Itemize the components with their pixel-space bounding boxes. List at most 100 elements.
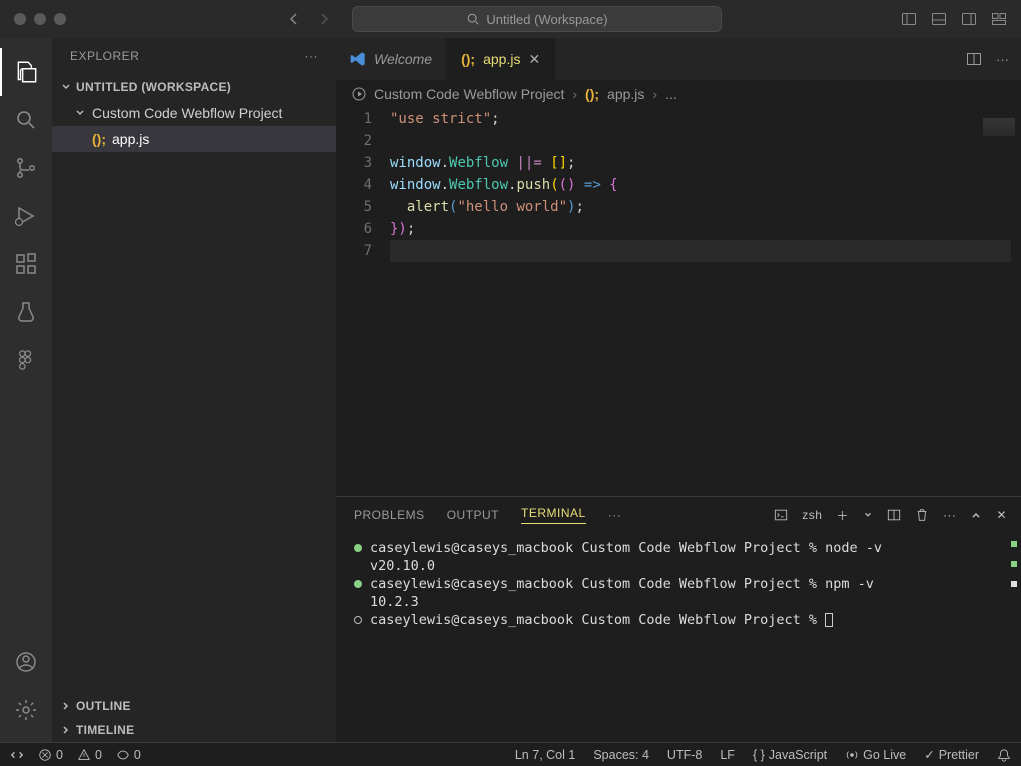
run-icon[interactable] (352, 87, 366, 101)
breadcrumb-file[interactable]: app.js (607, 86, 644, 102)
prompt-bullet-icon (354, 616, 362, 624)
tab-appjs-label: app.js (483, 51, 520, 67)
tab-appjs[interactable]: (); app.js ✕ (447, 38, 555, 80)
status-warnings[interactable]: 0 (77, 748, 102, 762)
chevron-down-icon (60, 81, 72, 93)
status-errors[interactable]: 0 (38, 748, 63, 762)
sidebar-header: EXPLORER ··· (52, 38, 336, 74)
activity-search-icon[interactable] (0, 96, 52, 144)
panel-tab-problems[interactable]: PROBLEMS (354, 508, 425, 522)
traffic-lights (14, 13, 66, 25)
line-gutter: 1 2 3 4 5 6 7 (336, 108, 390, 496)
chevron-right-icon (60, 700, 72, 712)
panel: PROBLEMS OUTPUT TERMINAL ··· zsh ＋ ··· ✕ (336, 496, 1021, 742)
braces-icon: { } (753, 748, 765, 762)
minimap[interactable] (983, 118, 1015, 136)
broadcast-icon (845, 748, 859, 762)
status-encoding[interactable]: UTF-8 (667, 748, 702, 762)
status-spaces[interactable]: Spaces: 4 (593, 748, 649, 762)
js-symbol-icon: (); (585, 86, 599, 102)
activity-accounts-icon[interactable] (0, 638, 52, 686)
toggle-panel-icon[interactable] (931, 11, 947, 27)
tab-welcome-label: Welcome (374, 51, 432, 67)
command-center[interactable]: Untitled (Workspace) (352, 6, 722, 32)
status-prettier[interactable]: ✓ Prettier (924, 747, 979, 762)
panel-tabs: PROBLEMS OUTPUT TERMINAL ··· zsh ＋ ··· ✕ (336, 497, 1021, 533)
terminal-icon (774, 508, 788, 522)
title-bar: Untitled (Workspace) (0, 0, 1021, 38)
remote-icon[interactable] (10, 748, 24, 762)
status-language[interactable]: { } JavaScript (753, 748, 827, 762)
status-bell-icon[interactable] (997, 748, 1011, 762)
tab-welcome[interactable]: Welcome (336, 38, 447, 80)
trash-icon[interactable] (915, 508, 929, 522)
more-actions-icon[interactable]: ··· (996, 52, 1009, 67)
window-maximize-button[interactable] (54, 13, 66, 25)
chevron-right-icon: › (652, 86, 657, 102)
activity-explorer-icon[interactable] (0, 48, 52, 96)
close-panel-icon[interactable]: ✕ (996, 508, 1007, 522)
explorer-sidebar: EXPLORER ··· UNTITLED (WORKSPACE) Custom… (52, 38, 336, 742)
workspace-header[interactable]: UNTITLED (WORKSPACE) (52, 74, 336, 100)
code-content[interactable]: "use strict"; window.Webflow ||= []; win… (390, 108, 1021, 496)
panel-tab-output[interactable]: OUTPUT (447, 508, 499, 522)
vscode-icon (350, 51, 366, 67)
status-ln-col[interactable]: Ln 7, Col 1 (515, 748, 575, 762)
tree-file-appjs[interactable]: (); app.js (52, 126, 336, 152)
window-close-button[interactable] (14, 13, 26, 25)
split-editor-icon[interactable] (966, 51, 982, 67)
status-eol[interactable]: LF (720, 748, 735, 762)
success-bullet-icon (354, 580, 362, 588)
chevron-down-icon (74, 107, 86, 119)
sidebar-more-icon[interactable]: ··· (305, 49, 319, 63)
status-ports[interactable]: 0 (116, 748, 141, 762)
editor-body[interactable]: 1 2 3 4 5 6 7 "use strict"; window.Webfl… (336, 108, 1021, 496)
timeline-label: TIMELINE (76, 723, 134, 737)
customize-layout-icon[interactable] (991, 11, 1007, 27)
layout-icons (901, 11, 1007, 27)
activity-settings-icon[interactable] (0, 686, 52, 734)
close-tab-icon[interactable]: ✕ (528, 51, 540, 68)
success-bullet-icon (354, 544, 362, 552)
activity-extensions-icon[interactable] (0, 240, 52, 288)
chevron-right-icon: › (572, 86, 577, 102)
toggle-secondary-sidebar-icon[interactable] (961, 11, 977, 27)
nav-forward-icon[interactable] (316, 11, 332, 27)
toggle-primary-sidebar-icon[interactable] (901, 11, 917, 27)
timeline-section[interactable]: TIMELINE (52, 718, 336, 742)
nav-back-icon[interactable] (286, 11, 302, 27)
shell-name[interactable]: zsh (802, 508, 822, 522)
activity-figma-icon[interactable] (0, 336, 52, 384)
search-icon (466, 12, 480, 26)
panel-more-icon[interactable]: ··· (608, 508, 622, 522)
panel-tab-terminal[interactable]: TERMINAL (521, 506, 586, 524)
outline-section[interactable]: OUTLINE (52, 694, 336, 718)
chevron-down-icon[interactable] (863, 510, 873, 520)
breadcrumb-more[interactable]: ... (665, 86, 677, 102)
activity-source-control-icon[interactable] (0, 144, 52, 192)
js-symbol-icon: (); (92, 131, 106, 147)
status-bar: 0 0 0 Ln 7, Col 1 Spaces: 4 UTF-8 LF { }… (0, 742, 1021, 766)
breadcrumb[interactable]: Custom Code Webflow Project › (); app.js… (336, 80, 1021, 108)
panel-more-icon[interactable]: ··· (943, 508, 957, 522)
activity-testing-icon[interactable] (0, 288, 52, 336)
breadcrumb-folder[interactable]: Custom Code Webflow Project (374, 86, 564, 102)
activity-debug-icon[interactable] (0, 192, 52, 240)
new-terminal-icon[interactable]: ＋ (836, 507, 849, 524)
outline-label: OUTLINE (76, 699, 131, 713)
split-terminal-icon[interactable] (887, 508, 901, 522)
editor-area: Welcome (); app.js ✕ ··· Custom Code Web… (336, 38, 1021, 742)
maximize-panel-icon[interactable] (970, 509, 982, 521)
check-icon: ✓ (924, 747, 934, 762)
terminal-gutter-marks (1011, 541, 1017, 587)
activity-bar (0, 38, 52, 742)
status-go-live[interactable]: Go Live (845, 748, 906, 762)
tree-folder[interactable]: Custom Code Webflow Project (52, 100, 336, 126)
sidebar-title: EXPLORER (70, 49, 139, 63)
file-name: app.js (112, 131, 149, 147)
command-center-label: Untitled (Workspace) (486, 12, 607, 27)
terminal-output[interactable]: caseylewis@caseys_macbook Custom Code We… (336, 533, 1021, 742)
workspace-name: UNTITLED (WORKSPACE) (76, 80, 231, 94)
folder-name: Custom Code Webflow Project (92, 105, 282, 121)
window-minimize-button[interactable] (34, 13, 46, 25)
